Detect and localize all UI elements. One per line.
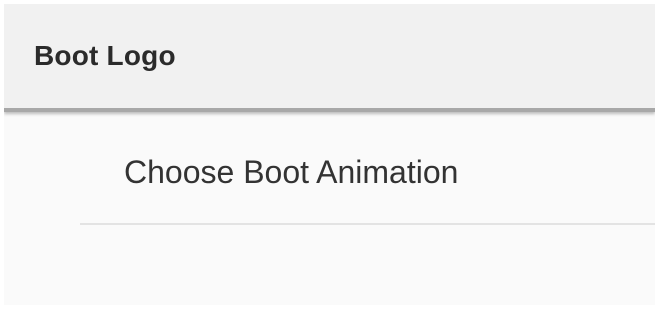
choose-boot-animation-item[interactable]: Choose Boot Animation xyxy=(4,116,655,225)
divider xyxy=(80,223,655,225)
toolbar: Boot Logo xyxy=(4,4,655,112)
settings-list: Choose Boot Animation xyxy=(4,116,655,305)
list-item-label: Choose Boot Animation xyxy=(124,154,459,190)
app-frame: Boot Logo Choose Boot Animation xyxy=(4,4,655,305)
page-title: Boot Logo xyxy=(34,40,176,71)
